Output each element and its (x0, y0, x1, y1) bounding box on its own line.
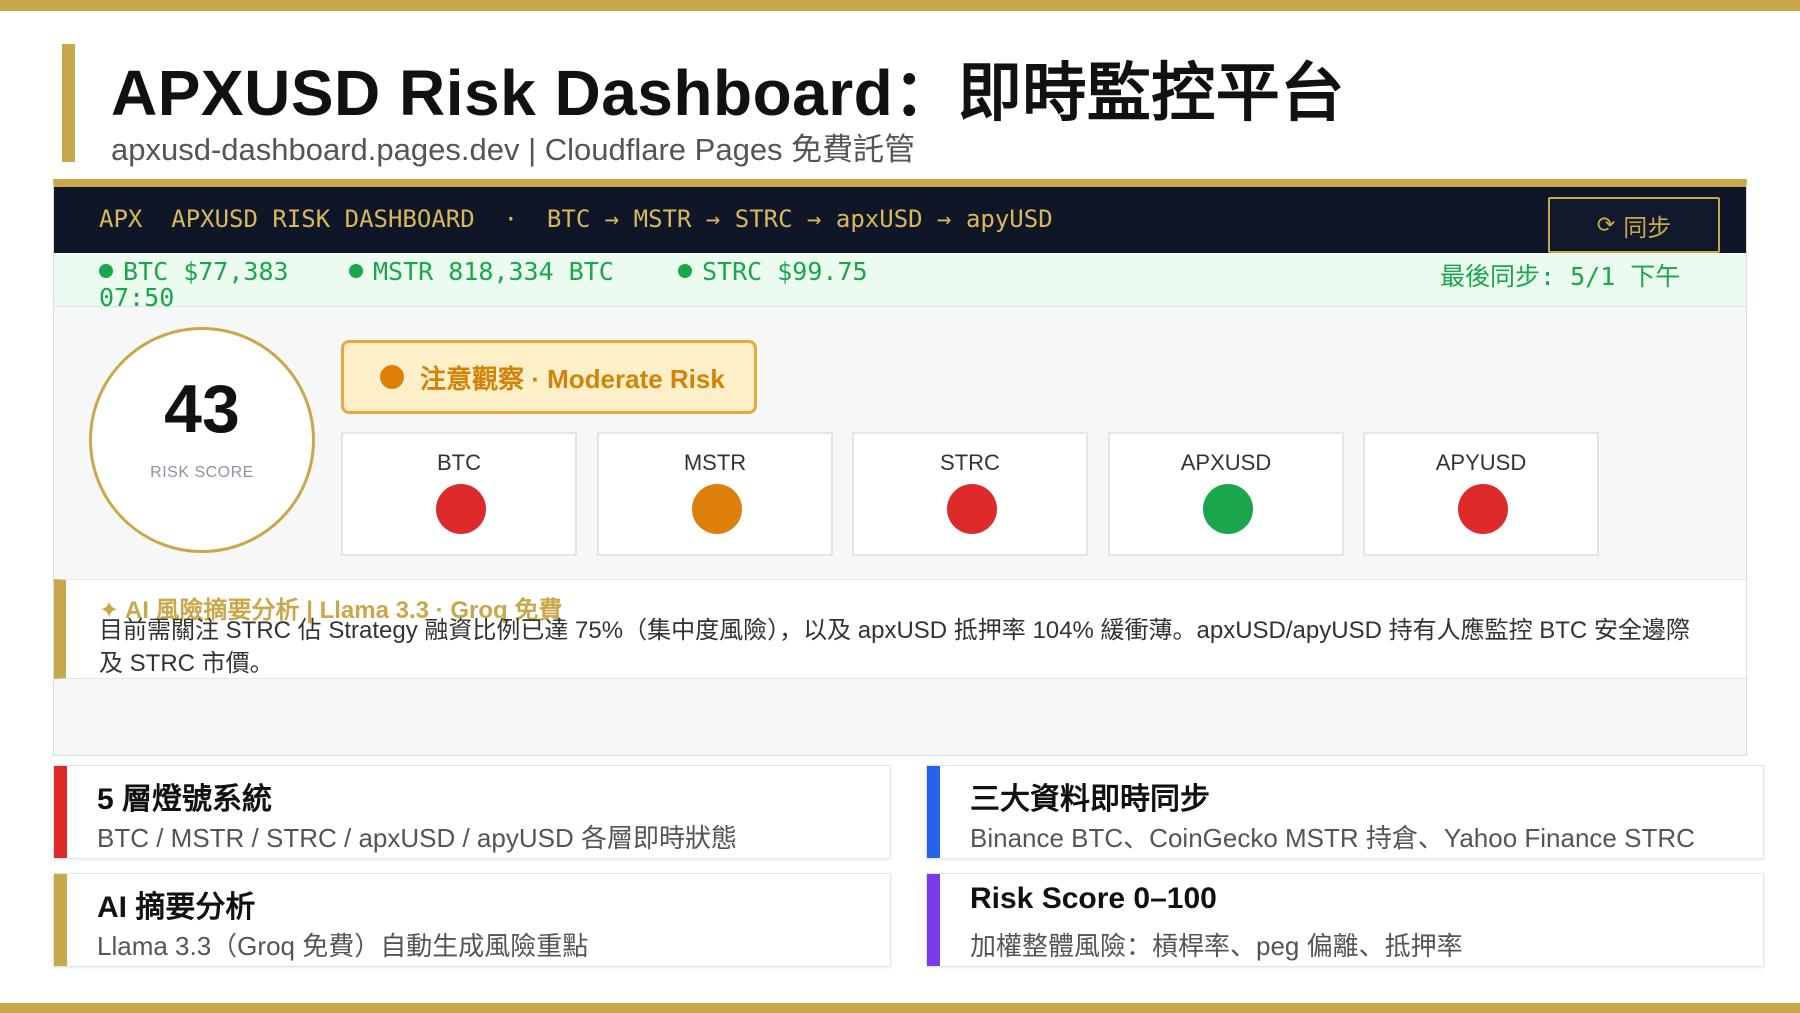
status-dot-icon (349, 264, 363, 278)
dashboard-topbar: APX APXUSD RISK DASHBOARD · BTC → MSTR →… (54, 187, 1746, 253)
traffic-light-icon (436, 484, 486, 534)
layer-card-mstr[interactable]: MSTR (597, 432, 833, 556)
feature-card-ai-summary: AI 摘要分析 Llama 3.3（Groq 免費）自動生成風險重點 (53, 873, 891, 967)
layer-card-strc[interactable]: STRC (852, 432, 1088, 556)
ai-summary-text: 目前需關注 STRC 佔 Strategy 融資比例已達 75%（集中度風險），… (99, 617, 1690, 677)
feature-accent (927, 766, 940, 858)
layer-label: APXUSD (1180, 450, 1272, 475)
status-btc: BTC $77,383 (99, 257, 289, 286)
layer-label: BTC (437, 450, 481, 475)
title-accent-bar (62, 44, 75, 162)
status-bar: BTC $77,383 MSTR 818,334 BTC STRC $99.75… (54, 253, 1746, 312)
layer-label: MSTR (683, 450, 747, 475)
page-subtitle: apxusd-dashboard.pages.dev | Cloudflare … (111, 132, 916, 167)
layer-label: APYUSD (1435, 450, 1527, 475)
status-dot-icon (678, 264, 692, 278)
feature-card-traffic-lights: 5 層燈號系統 BTC / MSTR / STRC / apxUSD / apy… (53, 765, 891, 859)
traffic-light-icon (1203, 484, 1253, 534)
feature-title: Risk Score 0–100 (970, 882, 1217, 915)
feature-card-risk-score: Risk Score 0–100 加權整體風險：槓桿率、peg 偏離、抵押率 (926, 873, 1764, 967)
feature-desc: 加權整體風險：槓桿率、peg 偏離、抵押率 (970, 931, 1463, 961)
warning-dot-icon (380, 365, 404, 389)
risk-level-label: 注意觀察 · Moderate Risk (420, 363, 725, 394)
top-gold-bar (0, 0, 1800, 11)
risk-score-value: 43 (164, 371, 240, 447)
layer-card-apxusd[interactable]: APXUSD (1108, 432, 1344, 556)
traffic-light-icon (1458, 484, 1508, 534)
feature-accent (927, 874, 940, 966)
feature-title: AI 摘要分析 (97, 891, 256, 924)
feature-accent (54, 874, 67, 966)
layer-card-apyusd[interactable]: APYUSD (1363, 432, 1599, 556)
traffic-light-icon (947, 484, 997, 534)
page-title: APXUSD Risk Dashboard：即時監控平台 (111, 57, 1345, 129)
risk-level-badge: 注意觀察 · Moderate Risk (341, 340, 757, 414)
last-sync-time: 07:50 (99, 283, 175, 312)
refresh-icon: ⟳ (1596, 212, 1616, 237)
layer-card-btc[interactable]: BTC (341, 432, 577, 556)
status-mstr: MSTR 818,334 BTC (349, 257, 614, 286)
last-sync-text: 最後同步: 5/1 下午 (1440, 262, 1681, 291)
feature-desc: Binance BTC、CoinGecko MSTR 持倉、Yahoo Fina… (970, 823, 1695, 853)
feature-accent (54, 766, 67, 858)
layer-label: STRC (940, 450, 1000, 475)
status-dot-icon (99, 264, 113, 278)
risk-score-gauge: 43 RISK SCORE (89, 327, 315, 553)
sync-button[interactable]: ⟳ 同步 (1548, 197, 1720, 253)
dashboard-screenshot: APX APXUSD RISK DASHBOARD · BTC → MSTR →… (53, 179, 1747, 756)
sync-button-label: 同步 (1623, 214, 1672, 242)
feature-title: 5 層燈號系統 (97, 783, 273, 816)
feature-card-data-sync: 三大資料即時同步 Binance BTC、CoinGecko MSTR 持倉、Y… (926, 765, 1764, 859)
bottom-gold-bar (0, 1003, 1800, 1013)
topbar-breadcrumb: APX APXUSD RISK DASHBOARD · BTC → MSTR →… (99, 205, 1053, 233)
traffic-light-icon (692, 484, 742, 534)
feature-desc: Llama 3.3（Groq 免費）自動生成風險重點 (97, 931, 589, 961)
ai-summary-panel: ✦ AI 風險摘要分析 | Llama 3.3 · Groq 免費 目前需關注 … (54, 579, 1746, 679)
feature-desc: BTC / MSTR / STRC / apxUSD / apyUSD 各層即時… (97, 823, 737, 853)
status-strc: STRC $99.75 (678, 257, 868, 286)
risk-score-label: RISK SCORE (150, 464, 254, 481)
feature-title: 三大資料即時同步 (970, 783, 1210, 816)
